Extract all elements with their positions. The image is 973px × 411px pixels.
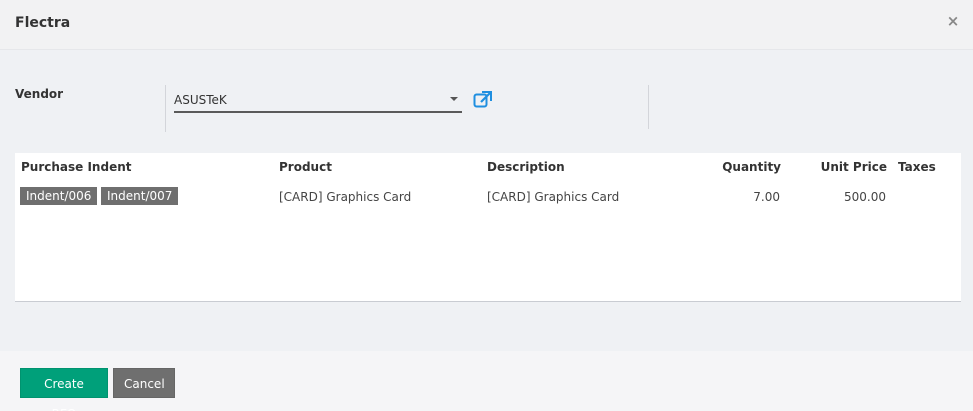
dialog-body: Vendor ASUSTeK Purchase Indent Product D… xyxy=(0,51,973,351)
cancel-button[interactable]: Cancel xyxy=(113,368,175,398)
description-cell: [CARD] Graphics Card xyxy=(487,190,620,204)
dialog-footer: Create RFQ Cancel xyxy=(0,351,973,411)
indent-tag: Indent/007 xyxy=(101,187,179,205)
column-header-taxes[interactable]: Taxes xyxy=(898,160,936,174)
vendor-select[interactable]: ASUSTeK xyxy=(174,87,462,113)
dialog-title: Flectra xyxy=(15,15,71,31)
vendor-label: Vendor xyxy=(15,87,64,101)
product-cell: [CARD] Graphics Card xyxy=(279,190,412,204)
external-link-icon[interactable] xyxy=(473,90,493,108)
column-header-unit-price[interactable]: Unit Price xyxy=(821,160,887,174)
caret-down-icon[interactable] xyxy=(450,97,458,101)
quantity-cell: 7.00 xyxy=(753,190,780,204)
indent-tag: Indent/006 xyxy=(20,187,98,205)
column-header-product[interactable]: Product xyxy=(279,160,332,174)
close-icon[interactable]: × xyxy=(946,13,960,29)
order-lines-table: Purchase Indent Product Description Quan… xyxy=(15,153,961,302)
create-rfq-button[interactable]: Create RFQ xyxy=(20,368,108,411)
vendor-value: ASUSTeK xyxy=(174,93,227,107)
column-header-description[interactable]: Description xyxy=(487,160,565,174)
field-divider xyxy=(648,85,649,129)
dialog-header: Flectra × xyxy=(0,0,973,50)
column-header-purchase-indent[interactable]: Purchase Indent xyxy=(21,160,131,174)
unit-price-cell: 500.00 xyxy=(844,190,886,204)
column-header-quantity[interactable]: Quantity xyxy=(722,160,781,174)
field-divider xyxy=(165,85,166,132)
